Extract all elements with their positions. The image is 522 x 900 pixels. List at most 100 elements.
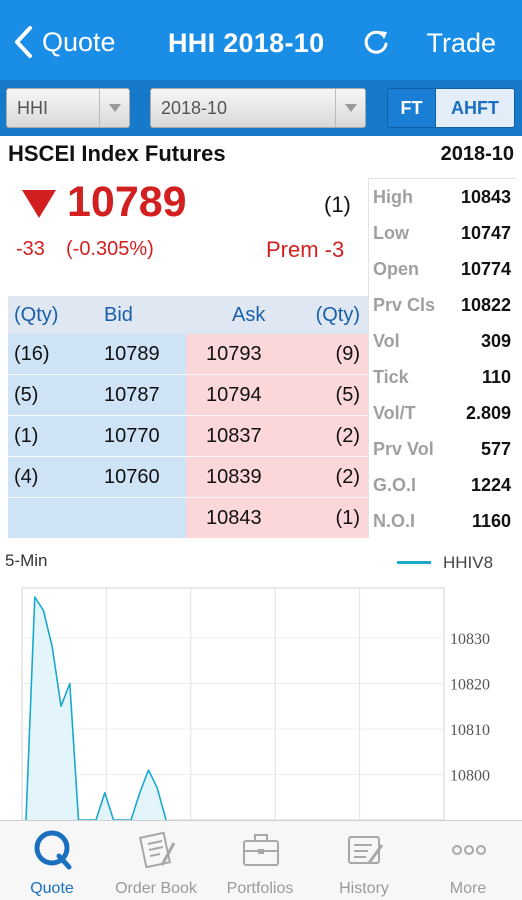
tab-more[interactable]: More [416,821,520,900]
order-book-row: (1) 10770 10837 (2) [8,416,368,457]
ask-price: 10839 [206,466,262,488]
more-icon [452,845,486,855]
price-chart[interactable]: 10830 10820 10810 10800 [0,580,522,820]
tab-history[interactable]: History [312,821,416,900]
trade-button[interactable]: Trade [426,28,496,59]
order-book-icon [138,831,176,869]
ask-qty: (2) [335,466,360,488]
month-value: 2018-10 [161,98,228,118]
stat-value: 10843 [460,187,511,207]
stat-value: 10774 [460,259,511,279]
tab-label: More [449,880,487,897]
nav-bar: Quote HHI 2018-10 Trade [0,0,522,80]
legend-swatch [397,561,431,564]
order-book-row: (16) 10789 10793 (9) [8,334,368,375]
bid-qty-header: (Qty) [14,304,59,326]
order-book-header: (Qty) Bid Ask (Qty) [8,296,368,334]
stat-label: Vol [373,331,400,351]
segment-ahft[interactable]: AHFT [436,89,514,127]
tab-label: Portfolios [226,880,294,897]
quote-icon [34,830,72,870]
ask-qty: (1) [335,507,360,529]
series-area [26,597,166,820]
y-tick-label: 10810 [450,722,490,739]
stat-label: N.O.I [373,511,416,531]
ask-price: 10837 [206,425,262,447]
stat-value: 2.809 [465,403,511,423]
stat-value: 309 [480,331,511,351]
stat-row-noi: N.O.I 1160 [369,503,517,539]
bid-qty: (4) [14,466,39,488]
month-dropdown[interactable]: 2018-10 [150,88,366,128]
y-tick-label: 10820 [450,677,490,694]
briefcase-icon [243,834,279,866]
ask-qty: (2) [335,425,360,447]
price-change: -33 [16,238,45,260]
stat-label: Open [373,259,420,279]
order-book-row: 10843 (1) [8,498,368,539]
tab-quote[interactable]: Quote [0,821,104,900]
session-segmented-control: FT AHFT [387,88,515,128]
segment-ft[interactable]: FT [388,89,436,127]
ask-price: 10794 [206,384,262,406]
order-book-row: (4) 10760 10839 (2) [8,457,368,498]
y-tick-label: 10830 [450,631,490,648]
bid-price: 10770 [104,425,160,447]
stat-row-prev-volume: Prv Vol 577 [369,431,517,467]
tab-label: Quote [30,880,74,897]
bid-header: Bid [104,304,133,326]
stat-row-open: Open 10774 [369,251,517,287]
stat-value: 10822 [460,295,511,315]
bid-price: 10760 [104,466,160,488]
tab-label: History [339,880,389,897]
symbol-value: HHI [17,98,48,118]
price-change-percent: (-0.305%) [66,238,154,260]
bid-qty: (1) [14,425,39,447]
stat-label: G.O.I [373,475,417,495]
stat-value: 10747 [460,223,511,243]
symbol-dropdown[interactable]: HHI [6,88,130,128]
stats-panel: High 10843 Low 10747 Open 10774 Prv Cls … [368,178,516,538]
last-quantity: (1) [324,192,351,217]
chevron-down-icon [335,89,365,127]
chart-interval[interactable]: 5-Min [5,551,48,571]
bid-qty: (5) [14,384,39,406]
selector-bar: HHI 2018-10 FT AHFT [0,80,522,136]
stat-row-low: Low 10747 [369,215,517,251]
instrument-name: HSCEI Index Futures [8,141,226,166]
tab-bar: Quote Order Book Portfolios History More [0,820,522,900]
ask-price: 10843 [206,507,262,529]
stat-row-goi: G.O.I 1224 [369,467,517,503]
bid-qty: (16) [14,343,50,365]
bid-price: 10787 [104,384,160,406]
ask-qty-header: (Qty) [315,304,360,326]
stat-row-volume: Vol 309 [369,323,517,359]
stat-value: 1224 [470,475,511,495]
tab-portfolios[interactable]: Portfolios [208,821,312,900]
stat-label: Vol/T [373,403,416,423]
chevron-left-icon [15,26,32,58]
stat-label: Prv Cls [373,295,436,315]
refresh-icon[interactable] [362,29,390,57]
stat-value: 1160 [471,511,511,531]
tab-label: Order Book [115,880,197,897]
legend-label: HHIV8 [443,553,494,572]
page-title: HHI 2018-10 [168,28,325,58]
ask-qty: (9) [335,343,360,365]
order-book-row: (5) 10787 10794 (5) [8,375,368,416]
stat-label: High [373,187,413,207]
price-down-icon [22,190,56,218]
history-icon [348,836,384,864]
ask-qty: (5) [335,384,360,406]
last-price: 10789 [67,178,187,226]
plot-frame [21,587,445,820]
ask-header: Ask [232,304,266,326]
stat-value: 577 [480,439,511,459]
ask-price: 10793 [206,343,262,365]
tab-order-book[interactable]: Order Book [104,821,208,900]
instrument-month: 2018-10 [440,143,514,165]
order-book: (Qty) Bid Ask (Qty) (16) 10789 10793 (9)… [8,296,368,538]
back-button[interactable]: Quote [12,22,116,62]
stat-label: Low [373,223,409,243]
stat-label: Tick [373,367,409,387]
